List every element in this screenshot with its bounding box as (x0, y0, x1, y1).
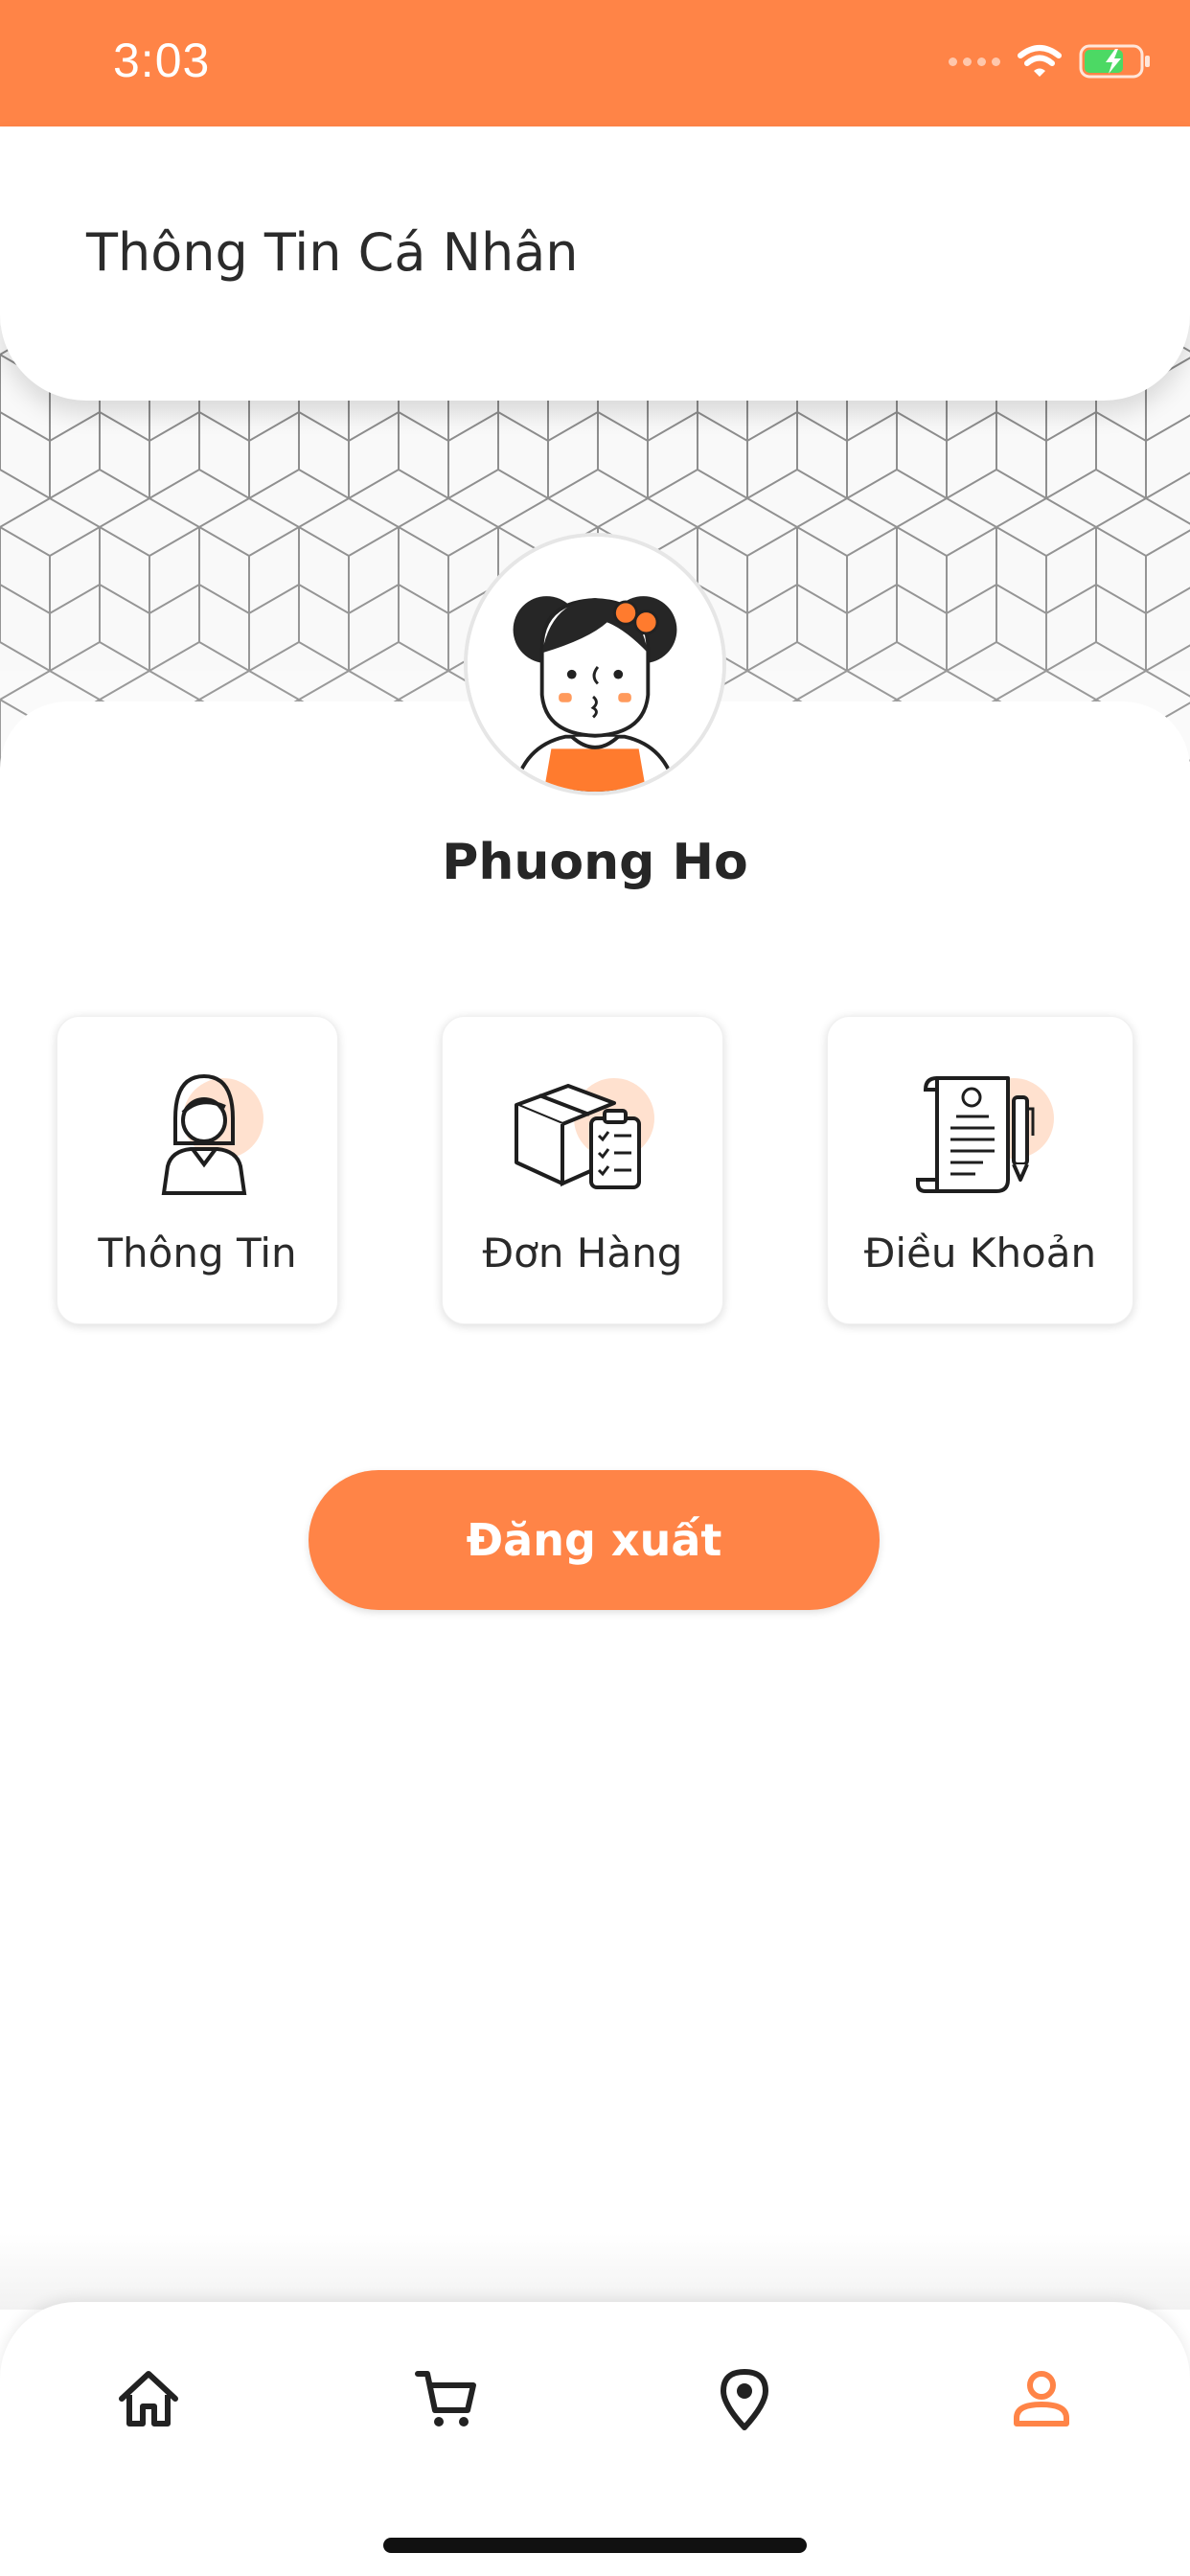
menu-card-orders[interactable]: Đơn Hàng (442, 1016, 723, 1324)
person-icon (1014, 2371, 1069, 2426)
page-title: Thông Tin Cá Nhân (86, 222, 579, 283)
menu-card-terms[interactable]: Điều Khoản (827, 1016, 1133, 1324)
header-card: Thông Tin Cá Nhân (0, 126, 1190, 401)
home-icon (119, 2371, 178, 2426)
logout-button[interactable]: Đăng xuất (309, 1470, 880, 1610)
nav-shadow (0, 2233, 1190, 2310)
status-bar: 3:03 (0, 0, 1190, 126)
nav-location[interactable] (701, 2356, 788, 2442)
box-checklist-icon (501, 1059, 664, 1203)
battery-charging-icon (1079, 44, 1150, 79)
menu-card-info[interactable]: Thông Tin (57, 1016, 338, 1324)
nav-home[interactable] (105, 2356, 192, 2442)
signal-dots-icon (949, 57, 1000, 66)
document-pen-icon (899, 1059, 1062, 1203)
menu-label-terms: Điều Khoản (863, 1230, 1097, 1276)
bottom-nav (0, 2302, 1190, 2576)
menu-label-orders: Đơn Hàng (482, 1230, 683, 1276)
status-icons (949, 38, 1152, 84)
user-name: Phuong Ho (442, 834, 748, 891)
wifi-icon (1018, 45, 1062, 77)
nav-profile[interactable] (998, 2356, 1085, 2442)
menu-label-info: Thông Tin (98, 1230, 297, 1276)
home-indicator (383, 2538, 807, 2553)
location-pin-icon (721, 2369, 768, 2430)
status-time: 3:03 (113, 34, 211, 87)
nav-cart[interactable] (403, 2356, 490, 2442)
cart-icon (415, 2371, 476, 2426)
girl-avatar-icon[interactable] (464, 533, 726, 795)
user-profile-icon (116, 1059, 279, 1203)
